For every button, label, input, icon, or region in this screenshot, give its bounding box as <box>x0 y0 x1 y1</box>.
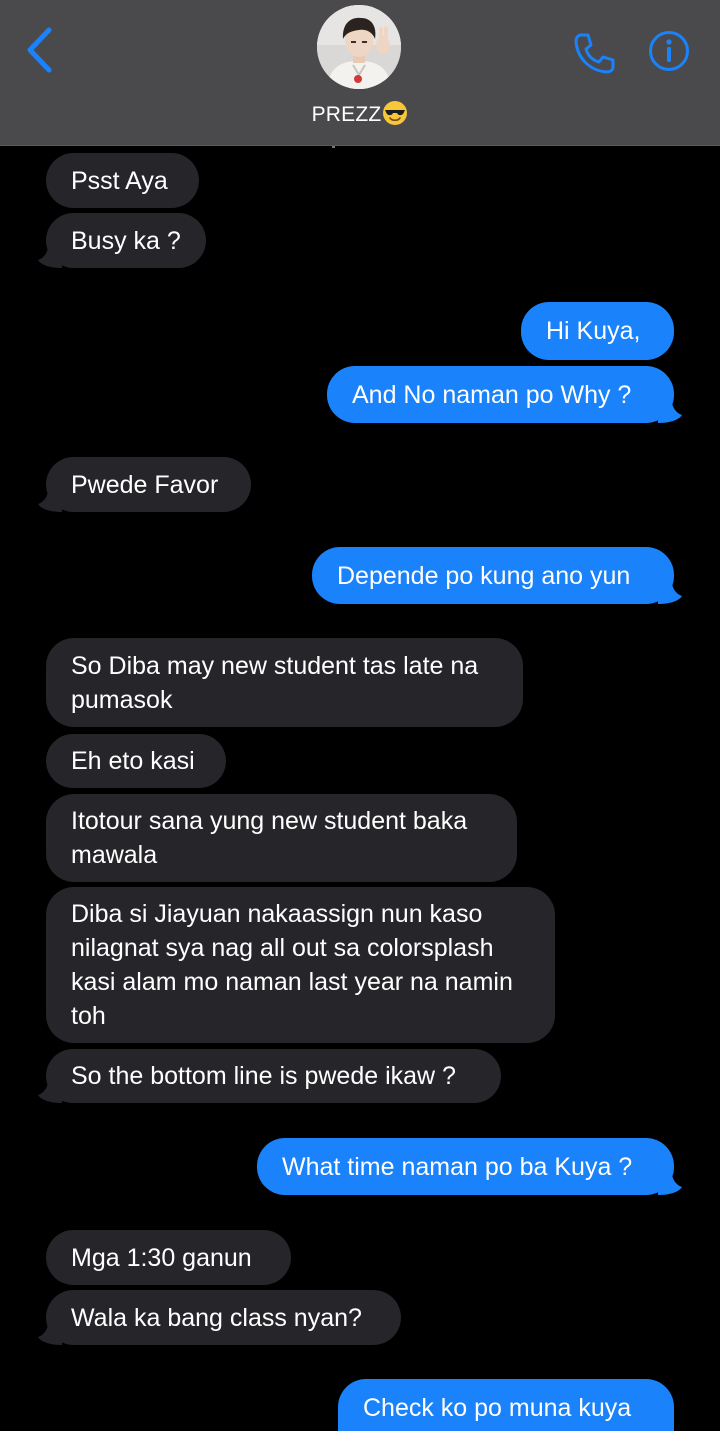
contact-name[interactable]: PREZZ <box>0 100 720 127</box>
bubble-tail <box>658 401 682 423</box>
message-text: Eh eto kasi <box>71 747 195 775</box>
message-incoming[interactable]: Eh eto kasi <box>46 734 226 788</box>
phone-icon <box>574 33 615 74</box>
message-outgoing[interactable]: Check ko po muna kuya <box>338 1379 674 1431</box>
message-incoming[interactable]: So Diba may new student tas late na puma… <box>46 638 523 727</box>
avatar-image <box>317 5 401 89</box>
message-incoming[interactable]: Mga 1:30 ganun <box>46 1230 291 1285</box>
message-text: Psst Aya <box>71 166 168 195</box>
message-incoming[interactable]: Wala ka bang class nyan? <box>38 1290 401 1345</box>
message-incoming[interactable]: Psst Aya <box>46 153 199 208</box>
contact-name-label: PREZZ <box>311 103 382 126</box>
message-text: Hi Kuya, <box>546 317 641 345</box>
bubble-tail <box>38 1081 62 1103</box>
message-outgoing[interactable]: Hi Kuya, <box>521 302 674 360</box>
chevron-left-icon <box>27 27 52 73</box>
message-outgoing[interactable]: Depende po kung ano yun <box>312 547 682 604</box>
message-incoming[interactable]: Diba si Jiayuan nakaassign nun kaso nila… <box>46 887 555 1043</box>
message-text: So Diba may new student tas late na puma… <box>71 651 479 714</box>
message-incoming[interactable]: Busy ka ? <box>38 213 206 268</box>
message-incoming[interactable]: Pwede Favor <box>38 457 251 512</box>
message-incoming[interactable]: Itotour sana yung new student baka mawal… <box>46 794 517 882</box>
bubble-tail <box>658 582 682 604</box>
sunglasses-emoji-icon <box>382 100 408 126</box>
message-text: Wala ka bang class nyan? <box>71 1303 362 1332</box>
message-text: Pwede Favor <box>71 470 219 499</box>
message-text: Diba si Jiayuan nakaassign nun kaso nila… <box>71 900 513 1030</box>
info-icon <box>649 31 689 71</box>
message-incoming[interactable]: So the bottom line is pwede ikaw ? <box>38 1049 501 1103</box>
message-outgoing[interactable]: What time naman po ba Kuya ? <box>257 1138 682 1195</box>
call-button[interactable] <box>572 30 618 76</box>
bubble-tail <box>38 246 62 268</box>
message-text: So the bottom line is pwede ikaw ? <box>71 1062 456 1090</box>
scroll-indicator <box>332 146 335 148</box>
message-text: Busy ka ? <box>71 226 181 255</box>
info-button[interactable] <box>648 30 690 72</box>
back-button[interactable] <box>22 26 62 74</box>
message-text: Mga 1:30 ganun <box>71 1243 252 1272</box>
message-text: And No naman po Why ? <box>352 380 632 409</box>
message-text: Itotour sana yung new student baka mawal… <box>71 807 468 869</box>
bubble-tail <box>38 1323 62 1345</box>
bubble-tail <box>38 490 62 512</box>
message-text: Depende po kung ano yun <box>337 561 631 590</box>
conversation-header: PREZZ <box>0 0 720 146</box>
bubble-tail <box>658 1173 682 1195</box>
message-text: What time naman po ba Kuya ? <box>282 1152 633 1181</box>
contact-avatar[interactable] <box>317 5 401 89</box>
message-outgoing[interactable]: And No naman po Why ? <box>327 366 682 423</box>
message-text: Check ko po muna kuya <box>363 1394 632 1422</box>
